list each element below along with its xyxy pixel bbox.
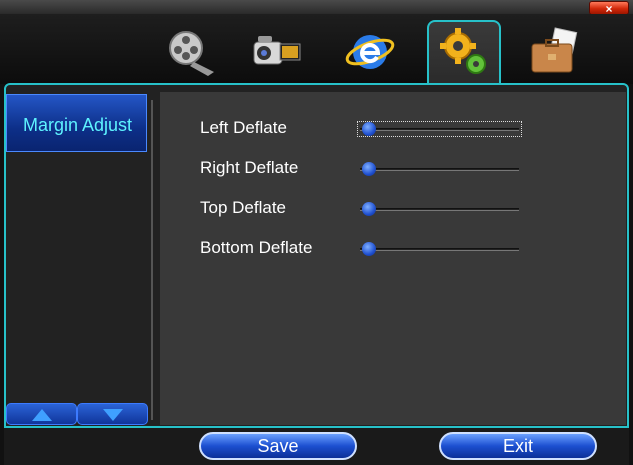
row-right-deflate: Right Deflate [200,156,530,180]
triangle-down-icon [103,409,123,421]
bottom-deflate-slider[interactable] [360,242,519,256]
row-bottom-deflate: Bottom Deflate [200,236,530,260]
camcorder-icon [253,36,301,65]
internet-explorer-icon [345,35,395,69]
briefcase-icon [531,27,578,73]
film-reel-icon [169,31,214,76]
right-deflate-slider[interactable] [360,162,519,176]
left-deflate-label: Left Deflate [200,118,287,137]
close-button[interactable]: × [589,1,629,16]
save-button[interactable]: Save [199,432,357,460]
tab-media[interactable] [158,22,222,82]
sidebar: Margin Adjust [6,92,149,425]
settings-panel: Left Deflate Right Deflate Top Deflate B… [160,92,626,425]
tab-system[interactable] [522,22,586,82]
scroll-up-button[interactable] [6,403,77,425]
tab-record[interactable] [244,22,308,82]
gears-icon [440,28,486,74]
sidebar-item-margin-adjust[interactable]: Margin Adjust [6,94,147,152]
left-deflate-slider[interactable] [357,121,522,137]
triangle-up-icon [32,409,52,421]
tab-settings[interactable] [427,20,501,86]
slider-thumb[interactable] [362,202,376,216]
dialog-window: × Margin Adjust Left Deflate Right Defla… [0,0,633,465]
bottom-deflate-label: Bottom Deflate [200,238,313,257]
slider-thumb[interactable] [362,242,376,256]
divider [151,100,153,420]
tab-network[interactable] [338,22,402,82]
sidebar-item-label: Margin Adjust [22,115,133,135]
slider-thumb[interactable] [362,122,376,136]
slider-thumb[interactable] [362,162,376,176]
slider-track [360,208,519,211]
row-top-deflate: Top Deflate [200,196,530,220]
exit-button[interactable]: Exit [439,432,597,460]
scroll-down-button[interactable] [77,403,148,425]
top-deflate-label: Top Deflate [200,198,286,217]
right-deflate-label: Right Deflate [200,158,299,177]
row-left-deflate: Left Deflate [200,116,530,140]
slider-track [360,248,519,251]
slider-track [360,168,519,171]
slider-track [360,128,519,131]
button-bar: Save Exit [4,428,629,465]
tab-bar [0,14,633,86]
top-deflate-slider[interactable] [360,202,519,216]
title-bar: × [0,0,633,16]
